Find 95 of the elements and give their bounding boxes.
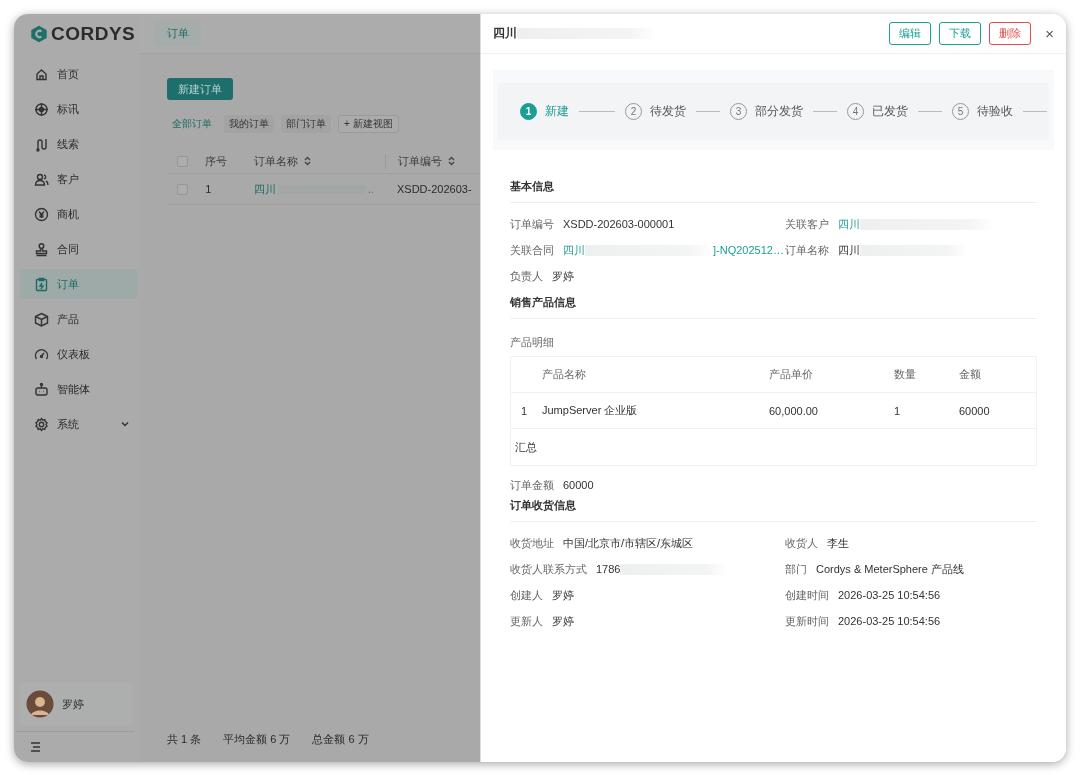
close-button[interactable]: × xyxy=(1043,25,1056,42)
avatar xyxy=(26,690,54,718)
field-label: 关联客户 xyxy=(785,216,829,232)
field-link[interactable]: ]-NQ202512… xyxy=(713,244,784,256)
table-label: 产品明细 xyxy=(510,335,555,350)
nav-item[interactable]: 智能体 xyxy=(20,374,138,404)
users-icon xyxy=(34,171,49,187)
table-cell: 1 xyxy=(521,404,528,417)
column-header: 产品单价 xyxy=(769,368,813,380)
stamp-icon xyxy=(34,241,49,257)
column-header: 订单编号 xyxy=(397,153,442,169)
summary-text: 平均金额 6 万 xyxy=(223,731,291,747)
field-value: Cordys & MeterSphere 产品线 xyxy=(816,561,964,577)
nav-item[interactable]: 仪表板 xyxy=(20,339,138,369)
gear-icon xyxy=(34,416,49,432)
route-icon xyxy=(34,136,49,152)
summary-text: 总金额 6 万 xyxy=(312,731,369,747)
nav-item[interactable]: 产品 xyxy=(20,304,138,334)
section-title: 基本信息 xyxy=(510,160,1037,203)
gauge-icon xyxy=(34,346,49,362)
action-button[interactable]: 下载 xyxy=(939,22,982,45)
field-value: 四川 xyxy=(838,242,860,258)
field-label: 负责人 xyxy=(510,268,543,284)
step-item[interactable]: 1 新建 xyxy=(520,103,569,120)
new-order-button[interactable]: 新建订单 xyxy=(167,78,233,100)
view-tab[interactable]: 我的订单 xyxy=(224,115,274,133)
column-header: 金额 xyxy=(959,368,981,380)
step-item[interactable]: 5 待验收 xyxy=(952,103,1013,120)
field-link[interactable]: 四川 xyxy=(838,216,860,232)
field-link[interactable]: 四川 xyxy=(563,242,585,258)
sort-icon xyxy=(303,156,311,166)
summary-text: 共 1 条 xyxy=(167,731,202,747)
field-label: 部门 xyxy=(785,561,807,577)
section-title: 销售产品信息 xyxy=(510,289,1037,319)
target-icon xyxy=(34,101,49,117)
field-value: 中国/北京市/市辖区/东城区 xyxy=(563,535,694,551)
column-header: 产品名称 xyxy=(542,368,586,380)
table-cell: 1 xyxy=(894,404,901,417)
field-value: 罗婷 xyxy=(552,268,574,284)
section-title: 订单收货信息 xyxy=(510,498,1037,522)
field-value: 1786 xyxy=(596,563,621,575)
logo-icon xyxy=(30,25,48,43)
nav-item[interactable]: 标讯 xyxy=(20,94,138,124)
sort-icon xyxy=(447,156,455,166)
collapse-icon xyxy=(30,742,41,752)
field-value: XSDD-202603-000001 xyxy=(563,218,675,230)
summary-label: 汇总 xyxy=(515,440,537,453)
nav-item[interactable]: 首页 xyxy=(20,59,138,89)
action-button[interactable]: 编辑 xyxy=(889,22,932,45)
clipboard-icon xyxy=(34,276,49,292)
cube-icon xyxy=(34,311,49,327)
field-label: 订单金额 xyxy=(510,477,554,493)
field-label: 关联合同 xyxy=(510,242,554,258)
table-cell: XSDD-202603- xyxy=(396,183,472,195)
field-label: 收货地址 xyxy=(510,535,554,551)
step-item[interactable]: 4 已发货 xyxy=(847,103,908,120)
field-label: 订单名称 xyxy=(785,242,829,258)
table-cell: 60000 xyxy=(959,404,990,417)
field-label: 更新时间 xyxy=(785,613,829,629)
column-header: 订单名称 xyxy=(253,153,298,169)
column-header: 序号 xyxy=(205,154,228,167)
home-icon xyxy=(34,66,49,82)
table-cell: JumpServer 企业版 xyxy=(542,404,638,416)
field-value: 2026-03-25 10:54:56 xyxy=(838,589,941,601)
nav-item[interactable]: 线索 xyxy=(20,129,138,159)
field-label: 创建时间 xyxy=(785,587,829,603)
field-label: 订单编号 xyxy=(510,216,554,232)
delete-button[interactable]: 删除 xyxy=(989,22,1032,45)
table-cell: 1 xyxy=(205,183,212,195)
field-value: 罗婷 xyxy=(552,613,574,629)
field-label: 收货人联系方式 xyxy=(510,561,587,577)
field-label: 创建人 xyxy=(510,587,543,603)
user-name: 罗婷 xyxy=(62,696,84,712)
chevron-down-icon xyxy=(120,419,130,429)
view-tab[interactable]: 部门订单 xyxy=(281,115,331,133)
table-cell: 60,000.00 xyxy=(769,404,818,417)
field-label: 更新人 xyxy=(510,613,543,629)
field-label: 收货人 xyxy=(785,535,818,551)
field-value: 李生 xyxy=(827,535,849,551)
table-cell: .. xyxy=(367,182,374,195)
step-item[interactable]: 3 部分发货 xyxy=(730,103,803,120)
robot-icon xyxy=(34,381,49,397)
nav-item[interactable]: 商机 xyxy=(20,199,138,229)
field-value: 罗婷 xyxy=(552,587,574,603)
drawer-title: 四川 xyxy=(493,25,517,42)
nav-item[interactable]: 系统 xyxy=(20,409,138,439)
field-value: 60000 xyxy=(563,479,594,491)
field-value: 2026-03-25 10:54:56 xyxy=(838,615,941,627)
logo-text: CORDYS xyxy=(51,23,136,45)
new-view-button[interactable]: + 新建视图 xyxy=(338,115,399,133)
step-item[interactable]: 2 待发货 xyxy=(625,103,686,120)
nav-item[interactable]: 合同 xyxy=(20,234,138,264)
column-header: 数量 xyxy=(894,368,916,380)
yen-coin-icon xyxy=(34,206,49,222)
nav-item[interactable]: 客户 xyxy=(20,164,138,194)
